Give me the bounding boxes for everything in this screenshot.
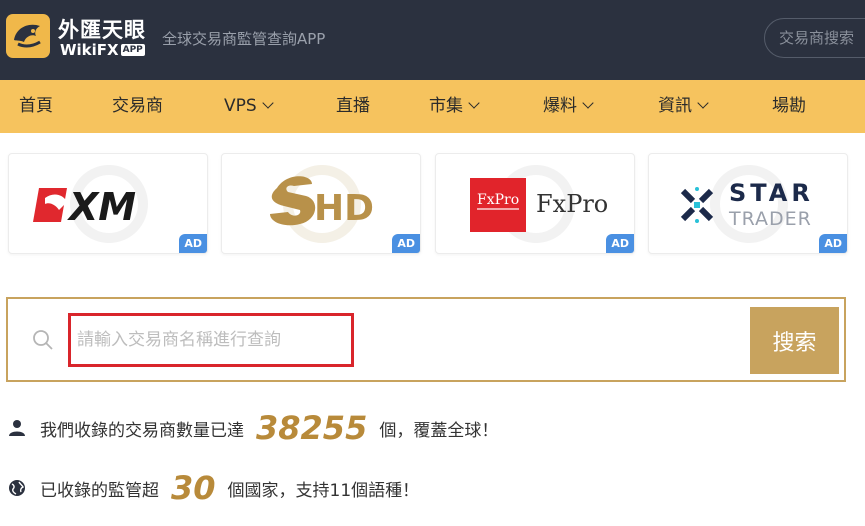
- nav-item-label: 場勘: [772, 96, 806, 116]
- svg-text:TRADER: TRADER: [728, 208, 812, 230]
- nav-item-label: 市集: [429, 96, 463, 116]
- logo-title-en[interactable]: WikiFX APP: [60, 41, 145, 59]
- nav-item-label: VPS: [224, 96, 257, 116]
- ad-badge: AD: [392, 234, 420, 253]
- svg-text:STAR: STAR: [729, 179, 814, 207]
- nav-item-home[interactable]: 首頁: [19, 80, 53, 133]
- nav-item-exposure[interactable]: 爆料: [543, 80, 594, 133]
- wikifx-logo-icon[interactable]: [6, 14, 50, 58]
- regulator-count-stat: 已收錄的監管超 30 個國家，支持11個語種！: [8, 469, 419, 507]
- nav-item-live[interactable]: 直播: [336, 80, 370, 133]
- chevron-down-icon: [468, 97, 480, 109]
- broker-search-box: 搜索: [6, 297, 846, 382]
- ad-card-startrader[interactable]: STAR TRADER AD: [648, 153, 848, 254]
- header-broker-search-button[interactable]: 交易商搜索: [764, 18, 865, 58]
- ad-badge: AD: [179, 234, 207, 253]
- broker-count-suffix: 個，覆蓋全球！: [379, 420, 499, 441]
- main-nav: 首頁 交易商 VPS 直播 市集 爆料 資訊 場勘: [0, 80, 865, 133]
- ad-card-hd[interactable]: HD AD: [221, 153, 421, 254]
- nav-item-label: 首頁: [19, 96, 53, 116]
- header-tagline: 全球交易商監管查詢APP: [162, 30, 326, 48]
- search-icon: [33, 330, 53, 350]
- nav-item-market[interactable]: 市集: [429, 80, 480, 133]
- globe-icon: [9, 480, 25, 496]
- chevron-down-icon: [262, 97, 274, 109]
- svg-text:XM: XM: [67, 185, 136, 229]
- search-button[interactable]: 搜索: [750, 307, 839, 374]
- broker-count-prefix: 我們收錄的交易商數量已達: [40, 420, 244, 441]
- nav-item-label: 爆料: [543, 96, 577, 116]
- logo-title-cn[interactable]: 外匯天眼: [58, 14, 146, 44]
- fxpro-logo-icon: FxPro FxPro: [470, 165, 608, 243]
- svg-text:FxPro: FxPro: [477, 192, 519, 208]
- nav-item-label: 資訊: [658, 96, 692, 116]
- xm-logo-icon: XM: [33, 165, 148, 243]
- nav-item-vps[interactable]: VPS: [224, 80, 274, 133]
- startrader-logo-icon: STAR TRADER: [680, 165, 814, 243]
- ad-badge: AD: [819, 234, 847, 253]
- nav-item-news[interactable]: 資訊: [658, 80, 709, 133]
- nav-item-label: 交易商: [112, 96, 163, 116]
- search-input-highlight: [68, 313, 354, 367]
- ad-card-fxpro[interactable]: FxPro FxPro AD: [435, 153, 635, 254]
- svg-text:HD: HD: [314, 188, 374, 229]
- broker-count-value: 38255: [256, 409, 368, 447]
- hd-logo-icon: HD: [270, 165, 374, 243]
- app-badge: APP: [120, 44, 145, 56]
- chevron-down-icon: [582, 97, 594, 109]
- search-input[interactable]: [77, 326, 347, 354]
- svg-text:FxPro: FxPro: [536, 190, 608, 218]
- nav-item-label: 直播: [336, 96, 370, 116]
- chevron-down-icon: [697, 97, 709, 109]
- regulator-count-suffix: 個國家，支持11個語種！: [227, 480, 420, 501]
- nav-item-survey[interactable]: 場勘: [772, 80, 806, 133]
- user-icon: [9, 420, 25, 436]
- ad-badge: AD: [606, 234, 634, 253]
- regulator-count-prefix: 已收錄的監管超: [40, 480, 159, 501]
- broker-count-stat: 我們收錄的交易商數量已達 38255 個，覆蓋全球！: [8, 409, 498, 447]
- ad-card-xm[interactable]: XM AD: [8, 153, 208, 254]
- logo-wikifx-text: WikiFX: [60, 41, 119, 59]
- nav-item-brokers[interactable]: 交易商: [112, 80, 163, 133]
- regulator-count-value: 30: [171, 469, 216, 507]
- site-header: 外匯天眼 WikiFX APP 全球交易商監管查詢APP 交易商搜索: [0, 0, 865, 80]
